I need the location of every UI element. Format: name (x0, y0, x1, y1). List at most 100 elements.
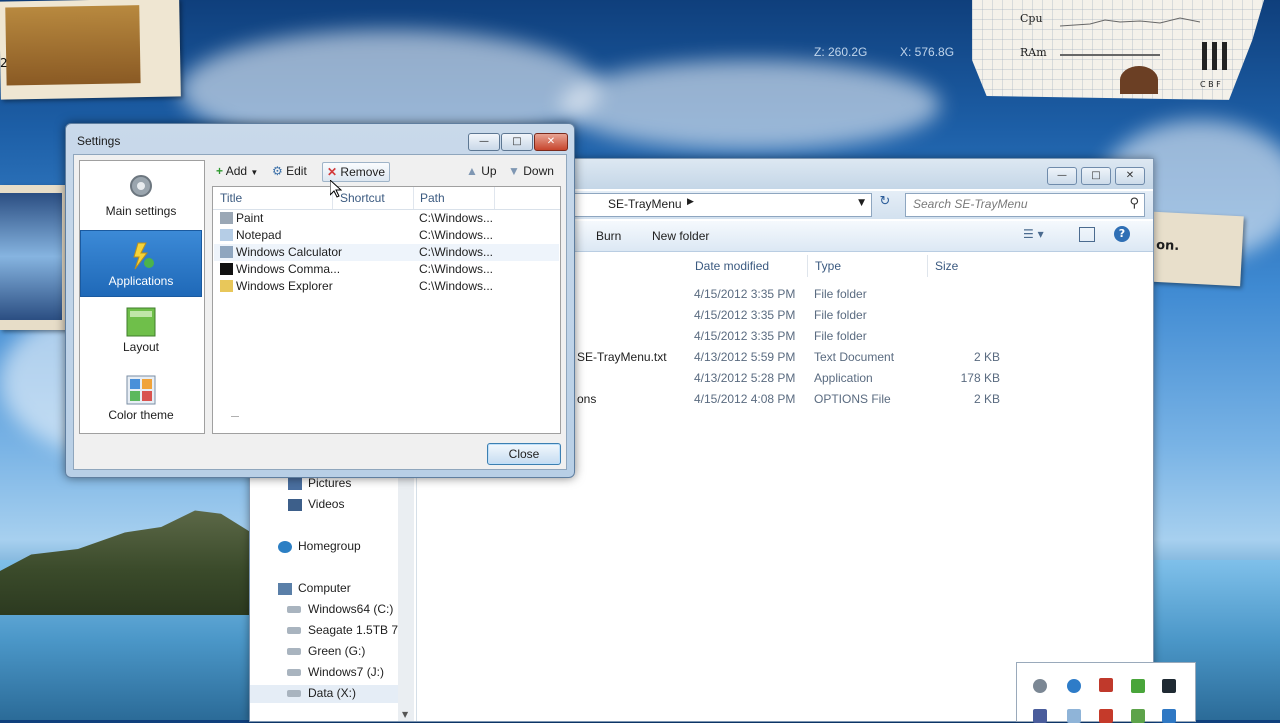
app-path: C:\Windows... (419, 262, 494, 276)
drive-icon (287, 627, 301, 634)
file-type: File folder (814, 308, 867, 322)
close-button[interactable]: ✕ (1115, 167, 1145, 185)
scroll-down-arrow[interactable]: ▼ (402, 710, 408, 719)
nav-item-label: Windows7 (J:) (308, 665, 385, 679)
monitor-icon[interactable] (1162, 679, 1176, 693)
view-options-icon[interactable]: ☰ ▾ (1023, 227, 1044, 241)
tool-icon[interactable] (1033, 679, 1047, 693)
address-bar[interactable]: SE-TrayMenu ▶ ▼ (570, 193, 872, 217)
preview-pane-icon[interactable] (1079, 227, 1095, 242)
column-separator[interactable] (413, 187, 414, 209)
breadcrumb-item[interactable]: SE-TrayMenu (608, 197, 682, 211)
app-path: C:\Windows... (419, 228, 494, 242)
nav-item-drive[interactable]: Windows64 (C:) (250, 601, 398, 619)
app-path: C:\Windows... (419, 211, 494, 225)
cloud (560, 60, 940, 150)
app-icon[interactable] (1162, 709, 1176, 723)
cmd-icon (220, 263, 233, 275)
close-button[interactable]: ✕ (534, 133, 568, 151)
nvidia-icon[interactable] (1131, 679, 1145, 693)
settings-dialog[interactable]: Settings — □ ✕ Main settings Application… (65, 123, 575, 478)
notepad-icon (220, 229, 233, 241)
edit-icon: ⚙ (272, 164, 283, 178)
new-folder-button[interactable]: New folder (652, 229, 709, 243)
file-size: 178 KB (960, 371, 1000, 385)
column-header-shortcut[interactable]: Shortcut (340, 191, 385, 205)
videos-icon (288, 499, 302, 511)
list-item[interactable]: Windows Explorer C:\Windows... (214, 278, 559, 295)
column-separator[interactable] (807, 255, 808, 277)
shield-icon[interactable] (1099, 678, 1113, 692)
nav-item-drive[interactable]: Seagate 1.5TB 72 (250, 622, 398, 640)
network-icon[interactable] (1067, 679, 1081, 693)
lightning-icon (133, 242, 154, 270)
file-type: File folder (814, 329, 867, 343)
drive-icon (287, 606, 301, 613)
plus-icon: + (216, 164, 224, 178)
app-path: C:\Windows... (419, 245, 494, 259)
file-name: SE-TrayMenu.txt (577, 350, 667, 364)
file-type: File folder (814, 287, 867, 301)
minimize-button[interactable]: — (1047, 167, 1077, 185)
nav-item-label: Seagate 1.5TB 72 (308, 623, 398, 637)
minimize-button[interactable]: — (468, 133, 500, 151)
list-item[interactable]: Paint C:\Windows... (214, 210, 559, 227)
remove-button[interactable]: ✕ Remove (322, 162, 391, 182)
search-icon[interactable]: ⚲ (1129, 196, 1139, 211)
up-button[interactable]: ▲ Up (466, 162, 497, 180)
file-type: Text Document (814, 350, 895, 364)
column-separator[interactable] (494, 187, 495, 209)
app-icon[interactable] (1033, 709, 1047, 723)
edit-button[interactable]: ⚙ Edit (272, 162, 307, 180)
list-item[interactable]: Windows Calculator C:\Windows... (214, 244, 559, 261)
column-separator[interactable] (927, 255, 928, 277)
list-item[interactable]: Windows Comma... C:\Windows... (214, 261, 559, 278)
nav-item-homegroup[interactable]: Homegroup (250, 538, 398, 556)
file-size: 2 KB (973, 350, 1000, 364)
help-icon[interactable]: ? (1114, 226, 1130, 242)
palette-icon (126, 375, 156, 405)
column-header-title[interactable]: Title (220, 191, 242, 205)
chevron-down-icon: ▼ (250, 168, 259, 177)
sidebar-item-layout[interactable]: Layout (80, 307, 202, 365)
refresh-icon[interactable]: ↻ (874, 194, 896, 214)
nav-item-drive[interactable]: Green (G:) (250, 643, 398, 661)
maximize-button[interactable]: □ (501, 133, 533, 151)
chevron-down-icon[interactable]: ▼ (858, 198, 865, 208)
settings-toolbar: + Add ▼ ⚙ Edit ✕ Remove ▲ Up ▼ Down (212, 160, 562, 184)
nav-item-drive[interactable]: Data (X:) (250, 685, 398, 703)
applications-list[interactable]: Title Shortcut Path Paint C:\Windows... No… (212, 186, 561, 434)
app-icon[interactable] (1067, 709, 1081, 723)
nav-item-videos[interactable]: Videos (250, 496, 398, 514)
note-scrap: on. (1150, 211, 1244, 287)
search-input[interactable]: Search SE-TrayMenu ⚲ (905, 193, 1145, 217)
nav-item-computer[interactable]: Computer (250, 580, 398, 598)
sidebar-item-applications[interactable]: Applications (80, 230, 202, 297)
nav-item-label: Windows64 (C:) (308, 602, 394, 616)
column-header-path[interactable]: Path (420, 191, 445, 205)
column-header-type[interactable]: Type (815, 259, 841, 273)
burn-button[interactable]: Burn (596, 229, 621, 243)
sidebar-item-color-theme[interactable]: Color theme (80, 375, 202, 433)
column-header-size[interactable]: Size (935, 259, 958, 273)
folder-icon (220, 280, 233, 292)
photo-frame (0, 0, 181, 100)
close-dialog-button[interactable]: Close (487, 443, 561, 465)
list-item[interactable]: Notepad C:\Windows... (214, 227, 559, 244)
app-icon[interactable] (1099, 709, 1113, 723)
sidebar-item-label: Layout (122, 340, 160, 354)
column-header-date[interactable]: Date modified (695, 259, 769, 273)
chevron-right-icon[interactable]: ▶ (687, 197, 694, 207)
down-label: Down (523, 164, 554, 178)
maximize-button[interactable]: □ (1081, 167, 1111, 185)
file-date: 4/15/2012 3:35 PM (694, 287, 796, 301)
sidebar-item-main-settings[interactable]: Main settings (80, 171, 202, 229)
sidebar-item-label: Color theme (108, 408, 174, 422)
down-button[interactable]: ▼ Down (508, 162, 554, 180)
app-icon[interactable] (1131, 709, 1145, 723)
add-button[interactable]: + Add ▼ (216, 162, 258, 180)
nav-item-label: Homegroup (298, 539, 361, 553)
cpu-graph (1060, 17, 1200, 27)
app-title: Paint (236, 211, 264, 225)
nav-item-drive[interactable]: Windows7 (J:) (250, 664, 398, 682)
